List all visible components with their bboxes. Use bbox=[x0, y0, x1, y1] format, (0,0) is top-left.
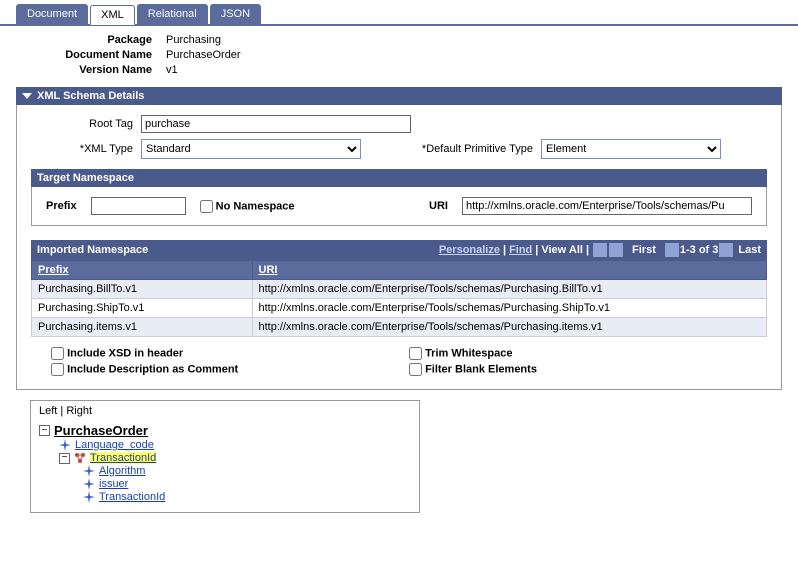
imported-namespace-header: Imported Namespace Personalize| Find| Vi… bbox=[31, 240, 767, 260]
cell-uri: http://xmlns.oracle.com/Enterprise/Tools… bbox=[252, 280, 767, 299]
cell-uri: http://xmlns.oracle.com/Enterprise/Tools… bbox=[252, 318, 767, 337]
range-text: 1-3 of 3 bbox=[680, 244, 719, 256]
last-text: Last bbox=[734, 244, 761, 256]
cell-uri: http://xmlns.oracle.com/Enterprise/Tools… bbox=[252, 299, 767, 318]
collapse-icon bbox=[22, 93, 32, 99]
target-namespace-content: Prefix No Namespace URI bbox=[31, 187, 767, 226]
xml-schema-details-content: Root Tag XML Type Standard Default Primi… bbox=[16, 105, 782, 390]
document-name-value: PurchaseOrder bbox=[166, 49, 241, 61]
xml-schema-details-header[interactable]: XML Schema Details bbox=[16, 87, 782, 105]
prefix-label: Prefix bbox=[46, 200, 77, 212]
tree-algorithm[interactable]: Algorithm bbox=[99, 465, 145, 477]
package-label: Package bbox=[16, 34, 166, 46]
metadata-section: Package Purchasing Document Name Purchas… bbox=[0, 26, 798, 87]
uri-input[interactable] bbox=[462, 197, 752, 215]
root-tag-label: Root Tag bbox=[31, 118, 141, 130]
include-xsd-label[interactable]: Include XSD in header bbox=[51, 347, 409, 360]
trim-whitespace-checkbox[interactable] bbox=[409, 347, 422, 360]
tree-issuer[interactable]: issuer bbox=[99, 478, 128, 490]
grid-icon[interactable] bbox=[609, 243, 623, 257]
tree-transaction-id[interactable]: TransactionId bbox=[90, 452, 156, 464]
find-link[interactable]: Find bbox=[509, 244, 532, 256]
no-namespace-label[interactable]: No Namespace bbox=[200, 200, 295, 213]
root-tag-input[interactable] bbox=[141, 115, 411, 133]
personalize-link[interactable]: Personalize bbox=[439, 244, 500, 256]
col-prefix[interactable]: Prefix bbox=[32, 261, 253, 280]
tree-left-link[interactable]: Left bbox=[39, 405, 57, 417]
tree-right-link[interactable]: Right bbox=[66, 405, 92, 417]
next-icon[interactable] bbox=[719, 243, 733, 257]
cell-prefix: Purchasing.items.v1 bbox=[32, 318, 253, 337]
sparkle-icon bbox=[83, 478, 95, 490]
prev-icon[interactable] bbox=[665, 243, 679, 257]
imported-title: Imported Namespace bbox=[37, 244, 148, 256]
imported-namespace-table: Prefix URI Purchasing.BillTo.v1 http://x… bbox=[31, 260, 767, 337]
xml-type-label: XML Type bbox=[31, 143, 141, 155]
trim-whitespace-label[interactable]: Trim Whitespace bbox=[409, 347, 767, 360]
tree-panel: Left | Right − PurchaseOrder Language_co… bbox=[30, 400, 420, 513]
zoom-icon[interactable] bbox=[593, 243, 607, 257]
default-primitive-type-select[interactable]: Element bbox=[541, 139, 721, 159]
tab-json[interactable]: JSON bbox=[210, 4, 261, 24]
uri-label: URI bbox=[429, 200, 448, 212]
table-row: Purchasing.ShipTo.v1 http://xmlns.oracle… bbox=[32, 299, 767, 318]
tab-bar: Document XML Relational JSON bbox=[0, 0, 798, 26]
cell-prefix: Purchasing.BillTo.v1 bbox=[32, 280, 253, 299]
tree-transaction-id-2[interactable]: TransactionId bbox=[99, 491, 165, 503]
options-grid: Include XSD in header Include Descriptio… bbox=[31, 347, 767, 379]
default-primitive-type-label: Default Primitive Type bbox=[391, 143, 541, 155]
view-all-text: View All bbox=[541, 244, 583, 256]
package-value: Purchasing bbox=[166, 34, 221, 46]
filter-blank-label[interactable]: Filter Blank Elements bbox=[409, 363, 767, 376]
sparkle-icon bbox=[83, 491, 95, 503]
prefix-input[interactable] bbox=[91, 197, 186, 215]
tab-xml[interactable]: XML bbox=[90, 5, 135, 25]
tree-root[interactable]: PurchaseOrder bbox=[54, 423, 148, 438]
sparkle-icon bbox=[59, 439, 71, 451]
filter-blank-checkbox[interactable] bbox=[409, 363, 422, 376]
sparkle-icon bbox=[83, 465, 95, 477]
table-row: Purchasing.items.v1 http://xmlns.oracle.… bbox=[32, 318, 767, 337]
hub-icon bbox=[74, 452, 86, 464]
xml-type-select[interactable]: Standard bbox=[141, 139, 361, 159]
no-namespace-checkbox[interactable] bbox=[200, 200, 213, 213]
tab-relational[interactable]: Relational bbox=[137, 4, 208, 24]
tab-document[interactable]: Document bbox=[16, 4, 88, 24]
cell-prefix: Purchasing.ShipTo.v1 bbox=[32, 299, 253, 318]
collapse-icon[interactable]: − bbox=[59, 453, 70, 464]
section-title: XML Schema Details bbox=[37, 90, 144, 102]
first-text: First bbox=[624, 244, 664, 256]
target-namespace-header: Target Namespace bbox=[31, 169, 767, 187]
table-row: Purchasing.BillTo.v1 http://xmlns.oracle… bbox=[32, 280, 767, 299]
include-xsd-checkbox[interactable] bbox=[51, 347, 64, 360]
document-name-label: Document Name bbox=[16, 49, 166, 61]
version-name-label: Version Name bbox=[16, 64, 166, 76]
version-name-value: v1 bbox=[166, 64, 178, 76]
include-desc-checkbox[interactable] bbox=[51, 363, 64, 376]
tree-language-code[interactable]: Language_code bbox=[75, 439, 154, 451]
include-desc-label[interactable]: Include Description as Comment bbox=[51, 363, 409, 376]
collapse-icon[interactable]: − bbox=[39, 425, 50, 436]
col-uri[interactable]: URI bbox=[252, 261, 767, 280]
